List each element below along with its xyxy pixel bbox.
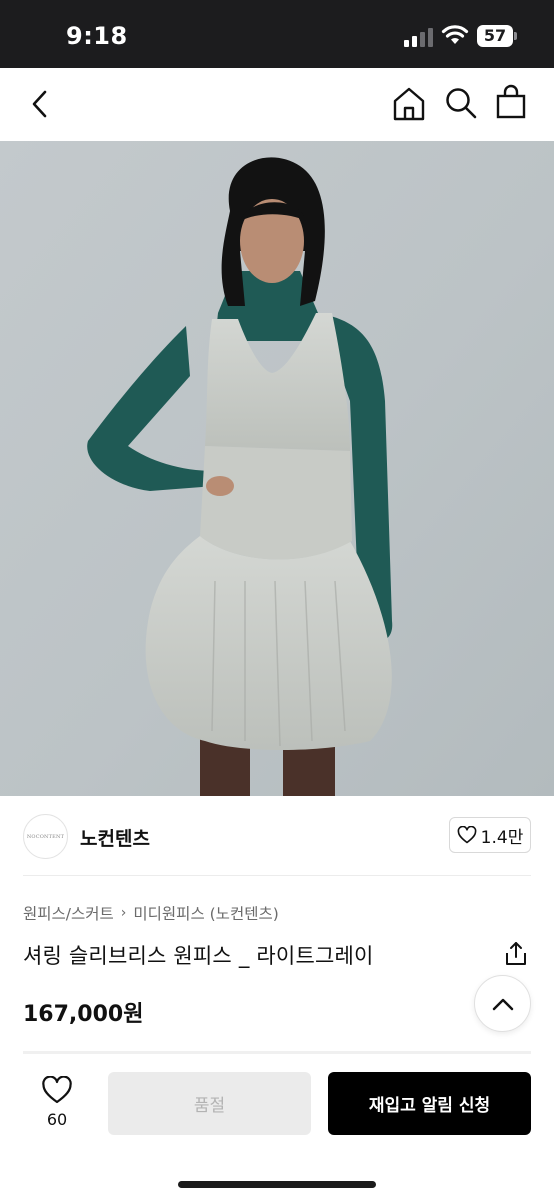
cellular-signal-icon <box>404 28 433 47</box>
soldout-button: 품절 <box>108 1072 311 1135</box>
brand-like-count: 1.4만 <box>480 827 524 848</box>
home-icon[interactable] <box>392 86 426 122</box>
search-icon[interactable] <box>444 86 478 120</box>
breadcrumb-item[interactable]: 원피스/스커트 <box>23 902 114 924</box>
restock-alert-button[interactable]: 재입고 알림 신청 <box>328 1072 531 1135</box>
divider <box>23 875 531 876</box>
chevron-left-icon[interactable] <box>26 88 54 120</box>
product-title: 셔링 슬리브리스 원피스 _ 라이트그레이 <box>23 944 374 968</box>
chevron-up-icon <box>492 998 513 1010</box>
status-time: 9:18 <box>66 22 128 50</box>
heart-outline-icon <box>457 826 477 844</box>
wifi-icon <box>441 25 469 44</box>
wishlist-count: 60 <box>46 1110 68 1129</box>
product-price: 167,000원 <box>23 1002 144 1027</box>
home-indicator <box>178 1181 376 1188</box>
bottom-action-bar: 60 품절 재입고 알림 신청 <box>0 1054 554 1200</box>
shopping-bag-icon[interactable] <box>495 84 527 120</box>
wishlist-button[interactable]: 60 <box>30 1072 84 1138</box>
breadcrumb-item[interactable]: 미디원피스 (노컨텐츠) <box>133 902 278 924</box>
product-photo-illustration <box>0 141 554 796</box>
breadcrumb: 원피스/스커트 › 미디원피스 (노컨텐츠) <box>23 902 279 924</box>
product-image[interactable] <box>0 141 554 796</box>
nav-bar <box>0 68 554 319</box>
scroll-to-top-button[interactable] <box>474 975 531 1032</box>
share-icon[interactable] <box>504 941 528 967</box>
battery-level: 57 <box>477 25 513 47</box>
seller-row[interactable]: NOCONTENT 노컨텐츠 1.4만 <box>0 796 554 876</box>
battery-icon: 57 <box>477 25 517 47</box>
seller-name[interactable]: 노컨텐츠 <box>80 824 150 851</box>
status-bar: 9:18 57 <box>0 0 554 68</box>
seller-logo[interactable]: NOCONTENT <box>23 814 68 859</box>
brand-like-button[interactable]: 1.4만 <box>449 817 531 853</box>
heart-outline-icon <box>42 1076 72 1104</box>
chevron-right-icon: › <box>120 905 127 921</box>
